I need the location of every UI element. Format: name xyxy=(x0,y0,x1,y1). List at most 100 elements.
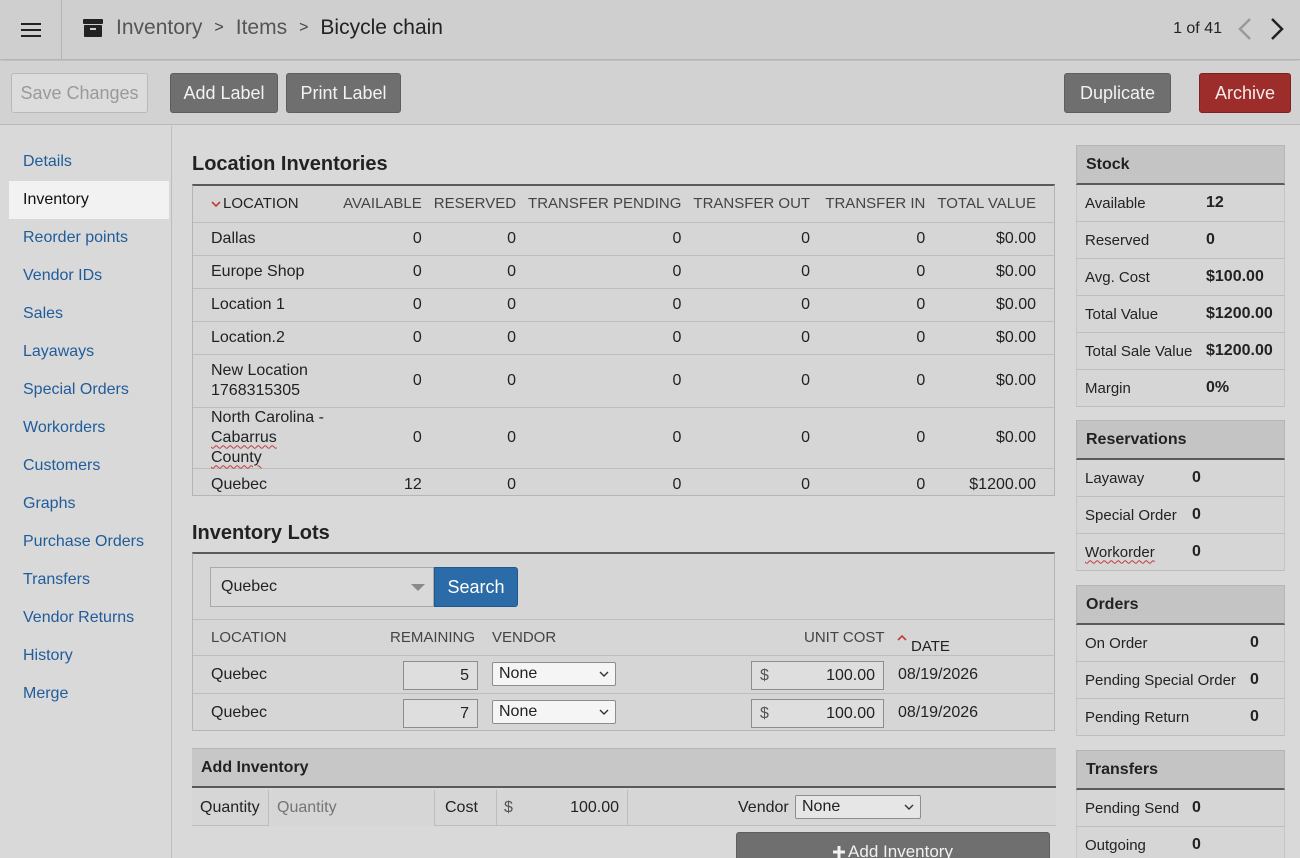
location-select-value: Quebec xyxy=(221,578,278,595)
orders-row: Pending Special Order 0 xyxy=(1076,662,1285,699)
orders-row-value: 0 xyxy=(1250,634,1259,651)
unit-cost-value: 100.00 xyxy=(826,666,875,684)
sidebar-item-transfers[interactable]: Transfers xyxy=(9,561,169,599)
column-header-reserved[interactable]: RESERVED xyxy=(428,186,522,222)
column-header-location-label: LOCATION xyxy=(223,195,299,213)
cell-reserved: 0 xyxy=(427,406,523,468)
column-header-vendor[interactable]: VENDOR xyxy=(492,629,556,646)
stock-row-label: Available xyxy=(1085,194,1146,212)
column-header-remaining[interactable]: REMAINING xyxy=(390,629,475,646)
cost-input[interactable]: $ 100.00 xyxy=(496,790,628,826)
reservations-row-value: 0 xyxy=(1192,543,1201,560)
sidebar-item-sales[interactable]: Sales xyxy=(9,295,169,333)
table-row: Location.2 0 0 0 0 0 $0.00 xyxy=(193,320,1054,354)
add-label-button[interactable]: Add Label xyxy=(170,73,278,113)
sidebar-nav: Details Inventory Reorder points Vendor … xyxy=(0,126,172,858)
breadcrumb-separator: > xyxy=(299,19,309,36)
currency-symbol: $ xyxy=(760,666,769,684)
sidebar-item-graphs[interactable]: Graphs xyxy=(9,485,169,523)
sidebar-item-workorders[interactable]: Workorders xyxy=(9,409,169,447)
column-header-date[interactable]: DATE xyxy=(897,629,950,655)
add-inventory-title: Add Inventory xyxy=(192,748,1056,788)
sidebar-item-merge[interactable]: Merge xyxy=(9,675,169,713)
cell-reserved: 0 xyxy=(427,467,523,501)
cell-available: 0 xyxy=(336,254,428,288)
stock-row-value: 0 xyxy=(1206,231,1215,248)
remaining-input[interactable]: 5 xyxy=(403,661,478,690)
sidebar-item-purchase-orders[interactable]: Purchase Orders xyxy=(9,523,169,561)
column-header-transfer-out[interactable]: TRANSFER OUT xyxy=(687,186,816,222)
duplicate-button[interactable]: Duplicate xyxy=(1064,73,1171,113)
orders-row: On Order 0 xyxy=(1076,625,1285,662)
next-button[interactable] xyxy=(1268,14,1286,44)
cell-total-value: $0.00 xyxy=(931,221,1054,255)
previous-button[interactable] xyxy=(1236,14,1254,44)
unit-cost-input[interactable]: $ 100.00 xyxy=(751,699,884,728)
column-header-transfer-in[interactable]: TRANSFER IN xyxy=(816,186,931,222)
sidebar-item-customers[interactable]: Customers xyxy=(9,447,169,485)
cell-transfer-in: 0 xyxy=(816,467,932,501)
cell-location: New Location 1768315305 xyxy=(193,353,337,407)
chevron-down-icon xyxy=(599,709,609,715)
orders-title: Orders xyxy=(1076,585,1285,625)
column-header-available[interactable]: AVAILABLE xyxy=(336,186,428,222)
stock-panel: Stock Available 12 Reserved 0 Avg. Cost $10… xyxy=(1076,145,1285,407)
cell-available: 0 xyxy=(336,221,428,255)
archive-button[interactable]: Archive xyxy=(1199,73,1291,113)
sidebar-item-special-orders[interactable]: Special Orders xyxy=(9,371,169,409)
transfers-title: Transfers xyxy=(1076,750,1285,790)
caret-down-icon xyxy=(411,584,425,591)
cell-location-line: North Carolina - xyxy=(211,408,324,426)
sidebar-item-details[interactable]: Details xyxy=(9,143,169,181)
column-header-location[interactable]: LOCATION xyxy=(211,629,287,646)
stock-row: Total Sale Value $1200.00 xyxy=(1076,333,1285,370)
cell-transfer-pending: 0 xyxy=(522,221,688,255)
chevron-down-icon xyxy=(599,671,609,677)
breadcrumb-inventory[interactable]: Inventory xyxy=(116,16,202,40)
column-header-total-value[interactable]: TOTAL VALUE xyxy=(931,186,1054,222)
record-pager: 1 of 41 xyxy=(1173,14,1286,44)
column-header-location[interactable]: LOCATION xyxy=(193,186,336,222)
stock-row-value: 12 xyxy=(1206,194,1224,211)
stock-row-label: Avg. Cost xyxy=(1085,268,1150,286)
remaining-input[interactable]: 7 xyxy=(403,699,478,728)
pager-count: 1 of 41 xyxy=(1173,20,1222,37)
transfers-row-value: 0 xyxy=(1192,799,1201,816)
print-label-button[interactable]: Print Label xyxy=(286,73,401,113)
quantity-input[interactable] xyxy=(268,790,435,826)
add-inventory-button[interactable]: Add Inventory xyxy=(736,832,1050,858)
sidebar-item-history[interactable]: History xyxy=(9,637,169,675)
add-inventory-button-label: Add Inventory xyxy=(848,842,953,858)
column-header-transfer-pending[interactable]: TRANSFER PENDING xyxy=(522,186,687,222)
orders-row: Pending Return 0 xyxy=(1076,699,1285,736)
vendor-select[interactable]: None xyxy=(492,662,616,686)
sidebar-item-reorder-points[interactable]: Reorder points xyxy=(9,219,169,257)
column-header-unit-cost[interactable]: UNIT COST xyxy=(804,629,885,646)
table-row: Quebec 5 None $ 100.00 08/19/2026 xyxy=(193,655,1055,693)
cell-location: Location.2 xyxy=(193,320,337,354)
sidebar-item-layaways[interactable]: Layaways xyxy=(9,333,169,371)
sidebar-item-vendor-ids[interactable]: Vendor IDs xyxy=(9,257,169,295)
cell-available: 0 xyxy=(336,287,428,321)
unit-cost-input[interactable]: $ 100.00 xyxy=(751,661,884,690)
cost-input-value: 100.00 xyxy=(570,799,619,816)
location-select[interactable]: Quebec xyxy=(210,567,434,607)
vendor-select[interactable]: None xyxy=(795,795,921,819)
breadcrumb-current: Bicycle chain xyxy=(320,16,443,39)
cell-transfer-out: 0 xyxy=(687,353,817,407)
sidebar-item-inventory[interactable]: Inventory xyxy=(9,181,169,219)
transfers-row: Pending Send 0 xyxy=(1076,790,1285,827)
vendor-select[interactable]: None xyxy=(492,700,616,724)
table-row: Location 1 0 0 0 0 0 $0.00 xyxy=(193,287,1054,321)
breadcrumb-items[interactable]: Items xyxy=(236,16,287,40)
search-button[interactable]: Search xyxy=(434,567,518,607)
menu-button[interactable] xyxy=(0,0,62,60)
cell-transfer-pending: 0 xyxy=(522,406,688,468)
save-changes-button[interactable]: Save Changes xyxy=(11,73,148,113)
cell-location-line: Cabarrus County xyxy=(211,428,277,466)
cost-label: Cost xyxy=(445,799,478,816)
sidebar-item-vendor-returns[interactable]: Vendor Returns xyxy=(9,599,169,637)
breadcrumb: Inventory > Items > Bicycle chain xyxy=(82,16,443,40)
inventory-lots-panel: Quebec Search LOCATION REMAINING VENDOR … xyxy=(192,552,1055,731)
sort-desc-icon xyxy=(211,201,221,208)
